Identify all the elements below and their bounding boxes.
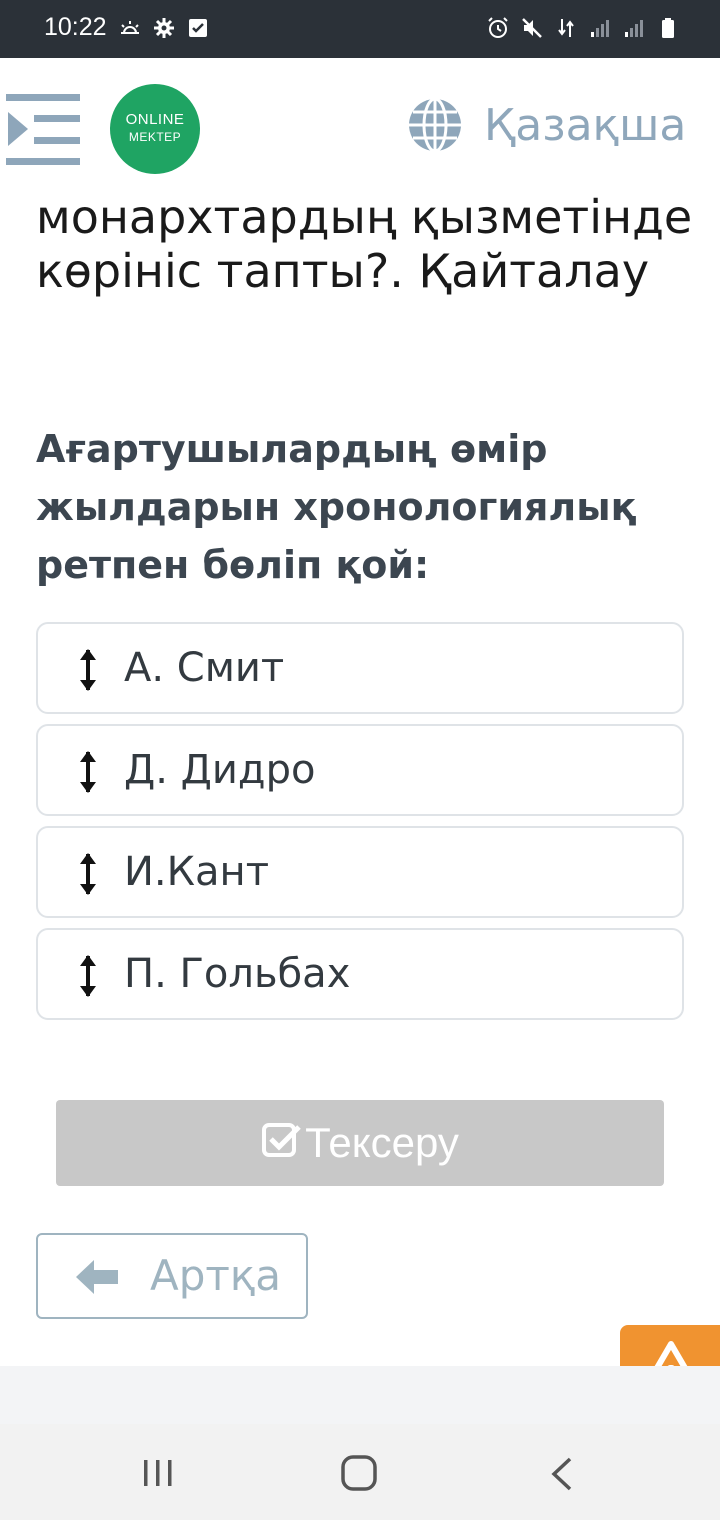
question-title: монархтардың қызметінде көрініс тапты?. … xyxy=(36,190,693,298)
status-time: 10:22 xyxy=(44,13,107,41)
check-button-label: Тексеру xyxy=(305,1119,459,1166)
sortable-options-list: А. Смит Д. Дидро И.Кант П. Гольбах xyxy=(36,622,684,1030)
signal-icon xyxy=(625,20,643,37)
alarm-icon xyxy=(488,17,508,38)
option-label: П. Гольбах xyxy=(124,951,351,997)
data-transfer-icon xyxy=(558,19,574,37)
checkbox-notification-icon xyxy=(189,19,207,37)
gear-icon xyxy=(154,18,174,38)
option-label: А. Смит xyxy=(124,645,285,691)
check-button[interactable]: Тексеру xyxy=(56,1100,664,1186)
menu-icon[interactable] xyxy=(6,94,82,166)
checkbox-check-icon xyxy=(262,1123,301,1157)
sortable-option[interactable]: Д. Дидро xyxy=(36,724,684,816)
language-label: Қазақша xyxy=(484,99,687,151)
signal-icon xyxy=(591,20,609,37)
online-mektep-logo[interactable]: ONLINE MEKTEP xyxy=(110,84,200,174)
option-label: И.Кант xyxy=(124,849,269,895)
logo-line1: ONLINE xyxy=(125,111,185,128)
battery-icon xyxy=(662,18,674,38)
drag-handle-icon[interactable] xyxy=(76,748,100,796)
recents-icon[interactable] xyxy=(140,1458,176,1488)
home-icon[interactable] xyxy=(340,1454,378,1492)
logo-line2: MEKTEP xyxy=(128,130,182,144)
sortable-option[interactable]: П. Гольбах xyxy=(36,928,684,1020)
system-navigation-bar xyxy=(0,1424,720,1520)
mute-icon xyxy=(522,18,542,38)
drag-handle-icon[interactable] xyxy=(76,646,100,694)
back-nav-icon[interactable] xyxy=(548,1456,576,1492)
status-right-icons xyxy=(486,16,680,40)
status-left-icons xyxy=(118,16,210,40)
back-button[interactable]: Артқа xyxy=(36,1233,308,1319)
weather-icon xyxy=(121,21,139,34)
language-selector[interactable]: Қазақша xyxy=(406,96,686,154)
status-bar: 10:22 xyxy=(0,0,720,58)
drag-handle-icon[interactable] xyxy=(76,850,100,898)
page-footer-band xyxy=(0,1366,720,1424)
globe-icon xyxy=(409,97,461,153)
back-button-label: Артқа xyxy=(150,1251,281,1300)
option-label: Д. Дидро xyxy=(124,747,316,793)
arrow-left-icon xyxy=(76,1260,118,1294)
question-prompt: Ағартушылардың өмір жылдарын хронологиял… xyxy=(36,427,637,587)
sortable-option[interactable]: А. Смит xyxy=(36,622,684,714)
drag-handle-icon[interactable] xyxy=(76,952,100,1000)
sortable-option[interactable]: И.Кант xyxy=(36,826,684,918)
